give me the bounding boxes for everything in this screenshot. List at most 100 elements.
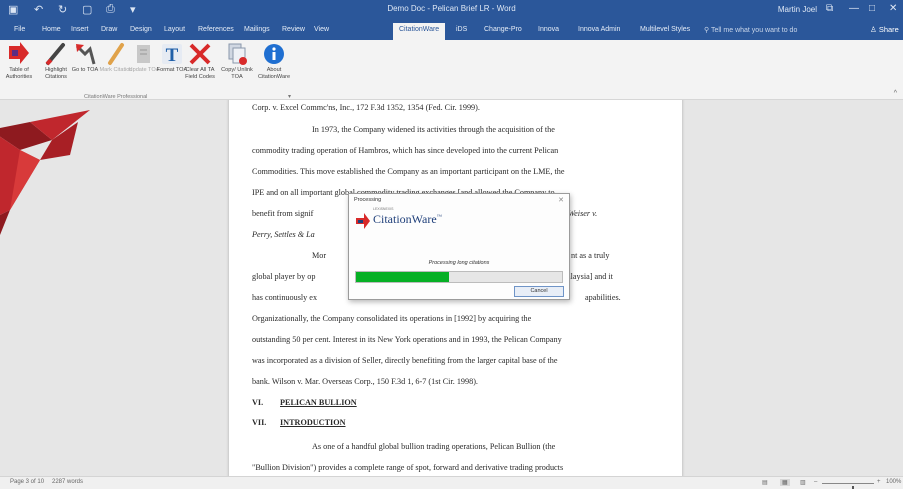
minimize-icon[interactable]: — [849,3,859,14]
mark-citation-icon [103,42,129,66]
body-text-line: apabilities. [585,293,621,302]
tab-ids[interactable]: iDS [456,26,467,33]
logo-small-text: LEXISNEXIS [373,207,394,211]
body-text-line: Commodities. This move established the C… [252,167,565,176]
tab-citationware[interactable]: CitationWare [393,23,446,40]
body-text-line: "Bullion Division") provides a complete … [252,463,564,472]
zoom-in-icon[interactable]: + [877,479,881,485]
update-toa-icon [131,42,157,66]
cancel-button[interactable]: Cancel [514,286,564,297]
body-text-line: Perry, Settles & La [252,230,315,239]
copy-unlink-toa-button[interactable]: Copy/ Unlink TOA [220,42,254,92]
print-layout-icon[interactable]: ▦ [780,479,790,486]
section-number: VI. [252,398,264,407]
tell-me-text: Tell me what you want to do [710,27,798,34]
body-text-line: Corp. v. Excel Commc'ns, Inc., 172 F.3d … [252,103,480,112]
body-text-line: Mor [312,251,327,260]
citationware-logo-icon [356,213,370,229]
copy-unlink-icon [224,42,250,66]
clear-all-ta-field-codes-label: Clear All TA Field Codes [185,67,215,80]
svg-text:T: T [166,45,179,66]
ribbon-tabs: File Home Insert Draw Design Layout Refe… [0,21,903,40]
body-text-line: Organizationally, the Company consolidat… [252,314,532,323]
lightbulb-icon: ⚲ [704,27,711,34]
tab-insert[interactable]: Insert [71,26,89,33]
zoom-out-icon[interactable]: – [814,479,817,485]
web-layout-icon[interactable]: ▥ [800,479,806,486]
processing-dialog: Processing ✕ LEXISNEXIS CitationWare™ Pr… [348,193,570,300]
tab-review[interactable]: Review [282,26,305,33]
section-heading: INTRODUCTION [280,418,346,427]
go-to-toa-button[interactable]: Go to TOA [68,42,102,92]
table-of-authorities-label: Table of Authorities [5,67,33,80]
body-text-line: alaysia] and it [567,272,613,281]
trademark-mark: ™ [436,215,442,220]
dialog-title: Processing [354,197,382,203]
tab-layout[interactable]: Layout [164,26,185,33]
about-citationware-label: About CitationWare [257,67,291,80]
about-citationware-button[interactable]: About CitationWare [257,42,291,92]
origami-bird-logo [0,110,90,235]
share-label: Share [878,25,899,34]
clear-codes-icon [187,42,213,66]
body-text-line: In 1973, the Company widened its activit… [312,125,555,134]
status-bar: Page 3 of 10 2287 words ▤ ▦ ▥ – + 100% [0,476,903,489]
ribbon-display-options-icon[interactable]: ⧉ [826,3,833,14]
table-of-authorities-button[interactable]: Table of Authorities [2,42,36,92]
body-text-line: bank. Wilson v. Mar. Overseas Corp., 150… [252,377,478,386]
logo-name-text: CitationWare [373,212,437,226]
window-title: Demo Doc - Pelican Brief LR - Word [387,4,516,13]
body-text-line: outstanding 50 per cent. Interest in its… [252,335,562,344]
tell-me-search[interactable]: ⚲ Tell me what you want to do [704,26,797,34]
info-icon [261,42,287,66]
tab-mailings[interactable]: Mailings [244,26,270,33]
tab-innova[interactable]: Innova [538,26,559,33]
dialog-close-icon[interactable]: ✕ [558,196,564,204]
go-to-toa-icon [72,42,98,66]
body-text-line: benefit from signif [252,209,314,218]
user-name[interactable]: Martin Joel [778,5,817,14]
format-toa-icon: T [159,42,185,66]
read-mode-icon[interactable]: ▤ [762,479,768,486]
maximize-icon[interactable]: □ [869,3,875,14]
tab-references[interactable]: References [198,26,234,33]
go-to-toa-label: Go to TOA [71,67,99,73]
zoom-level[interactable]: 100% [886,479,901,485]
clear-all-ta-field-codes-button[interactable]: Clear All TA Field Codes [183,42,217,92]
section-heading: PELICAN BULLION [280,398,357,407]
copy-unlink-toa-label: Copy/ Unlink TOA [221,67,253,80]
tab-multilevel-styles[interactable]: Multilevel Styles [640,26,690,33]
group-expander-icon[interactable]: ▾ [288,93,291,100]
section-number: VII. [252,418,267,427]
body-text-line: was incorporated as a division of Seller… [252,356,558,365]
body-text-line: has continuously ex [252,293,318,302]
dialog-status-text: Processing long citations [428,260,490,266]
progress-bar [355,271,563,283]
body-text-line: As one of a handful global bullion tradi… [312,442,556,451]
tab-view[interactable]: View [314,26,329,33]
tab-change-pro[interactable]: Change-Pro [484,26,522,33]
tab-innova-admin[interactable]: Innova Admin [578,26,620,33]
title-bar: ▣ ↶ ↻ ▢ ⎙ ▾ Demo Doc - Pelican Brief LR … [0,0,903,21]
word-count[interactable]: 2287 words [52,479,83,485]
tab-draw[interactable]: Draw [101,26,117,33]
tab-design[interactable]: Design [130,26,152,33]
logo-name: CitationWare™ [373,212,442,227]
body-text-line: global player by op [252,272,316,281]
tab-file[interactable]: File [14,26,25,33]
tab-home[interactable]: Home [42,26,61,33]
body-text-line: commodity trading operation of Hambros, … [252,146,559,155]
close-icon[interactable]: ✕ [889,3,897,14]
zoom-slider[interactable] [822,483,874,489]
progress-bar-fill [356,272,449,282]
collapse-ribbon-icon[interactable]: ^ [894,90,897,97]
share-button[interactable]: ♙ Share [870,25,899,34]
body-text-line: nt as a truly [571,251,610,260]
share-person-icon: ♙ [870,25,879,34]
word-window: ▣ ↶ ↻ ▢ ⎙ ▾ Demo Doc - Pelican Brief LR … [0,0,903,489]
table-of-authorities-icon [6,42,32,66]
citationware-logo: LEXISNEXIS CitationWare™ [355,207,442,233]
ribbon-citationware: Table of Authorities Highlight Citations… [0,40,903,100]
highlight-pen-icon [43,42,69,66]
page-count[interactable]: Page 3 of 10 [10,479,44,485]
